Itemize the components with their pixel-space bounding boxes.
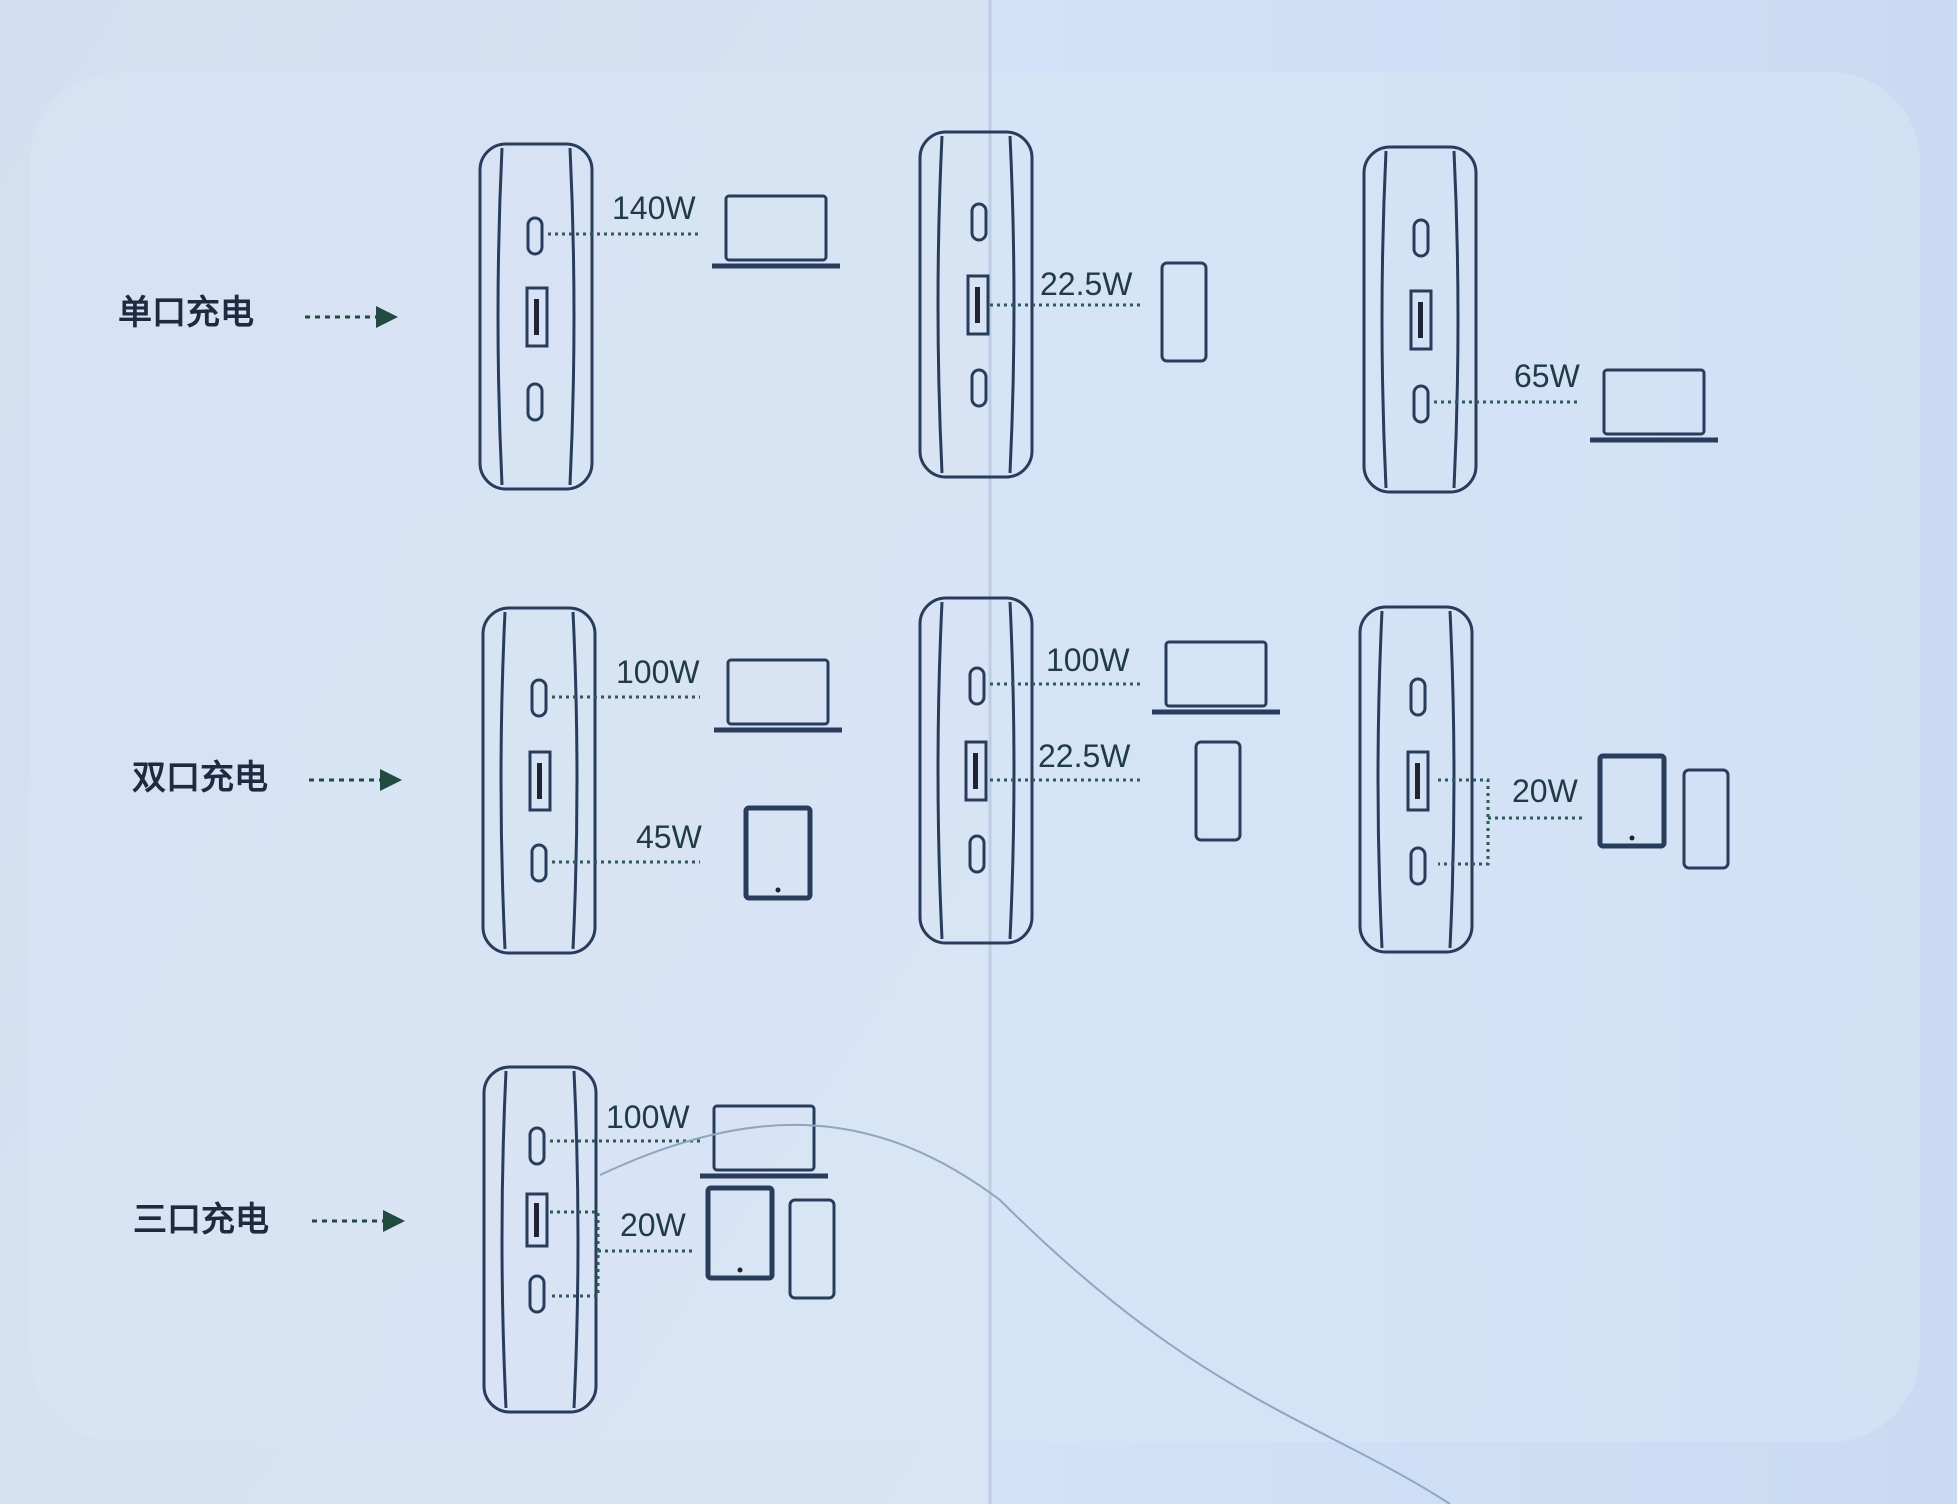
watt-label-r1c2: 22.5W xyxy=(1040,266,1133,302)
charging-diagram: 单口充电 双口充电 三口充电 140W 22.5W 65W 100W 45W 1… xyxy=(0,0,1957,1504)
watt-label-r2c2-top: 100W xyxy=(1046,642,1130,678)
row-label-triple: 三口充电 xyxy=(133,1200,269,1240)
watt-label-r2c3: 20W xyxy=(1512,773,1579,809)
watt-label-r3c1-top: 100W xyxy=(606,1099,690,1135)
watt-label-r2c2-mid: 22.5W xyxy=(1038,738,1131,774)
watt-label-r1c1: 140W xyxy=(612,190,696,226)
row-label-dual: 双口充电 xyxy=(132,758,268,798)
watt-label-r2c1-top: 100W xyxy=(616,654,700,690)
watt-label-r3c1-bottom: 20W xyxy=(620,1207,687,1243)
watt-label-r2c1-bottom: 45W xyxy=(636,819,703,855)
watt-label-r1c3: 65W xyxy=(1514,358,1581,394)
row-label-single: 单口充电 xyxy=(118,293,254,333)
